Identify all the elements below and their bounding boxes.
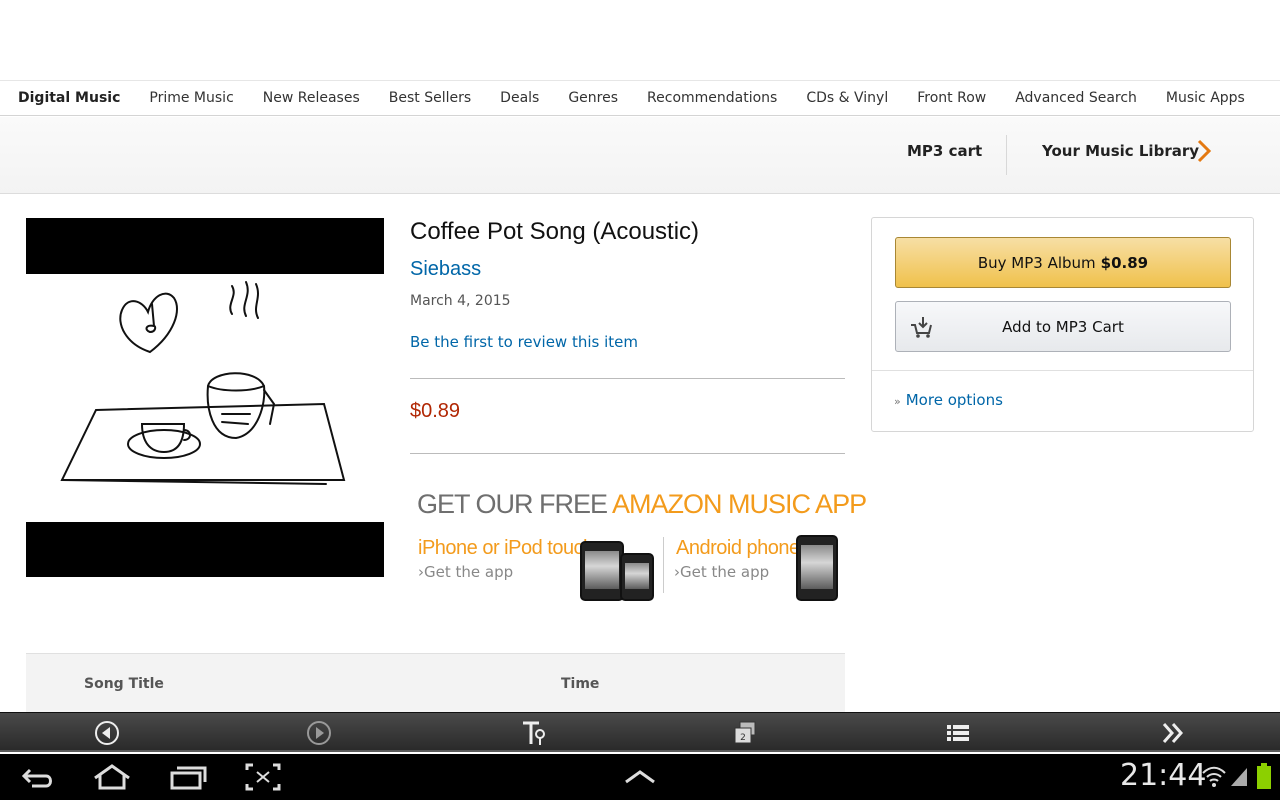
double-chevron-icon[interactable] bbox=[1159, 719, 1187, 747]
android-get-app-link[interactable]: ›Get the app bbox=[674, 563, 769, 581]
promo-headline: GET OUR FREE AMAZON MUSIC APP bbox=[417, 489, 867, 519]
buy-mp3-album-button[interactable]: Buy MP3 Album $0.89 bbox=[895, 237, 1231, 288]
nav-advanced-search[interactable]: Advanced Search bbox=[1015, 90, 1137, 106]
divider bbox=[410, 378, 845, 379]
back-icon[interactable] bbox=[18, 762, 58, 792]
recent-apps-icon[interactable] bbox=[168, 762, 208, 792]
music-library-link[interactable]: Your Music Library bbox=[1042, 142, 1199, 160]
nav-music-apps[interactable]: Music Apps bbox=[1166, 90, 1245, 106]
music-app-promo-banner[interactable]: GET OUR FREE AMAZON MUSIC APP iPhone or … bbox=[410, 485, 867, 601]
add-to-mp3-cart-button[interactable]: Add to MP3 Cart bbox=[895, 301, 1231, 352]
top-nav: Digital Music Prime Music New Releases B… bbox=[0, 80, 1280, 116]
buybox-divider bbox=[872, 370, 1253, 371]
time-column[interactable]: Time bbox=[561, 676, 599, 692]
tabs-icon[interactable]: 2 bbox=[731, 719, 759, 747]
album-art bbox=[26, 218, 384, 577]
svg-text:2: 2 bbox=[740, 733, 746, 743]
subbar-divider bbox=[1006, 135, 1007, 175]
ios-get-app-link[interactable]: ›Get the app bbox=[418, 563, 513, 581]
android-app-label[interactable]: Android phone bbox=[676, 537, 800, 560]
android-phone-image bbox=[796, 535, 838, 601]
ios-app-label[interactable]: iPhone or iPod touch bbox=[418, 537, 594, 560]
nav-prime-music[interactable]: Prime Music bbox=[149, 90, 233, 106]
more-options-link[interactable]: » More options bbox=[894, 391, 1003, 409]
clock: 21:44 bbox=[1120, 758, 1207, 793]
screenshot-icon[interactable] bbox=[243, 762, 283, 792]
battery-icon bbox=[1257, 763, 1271, 789]
cart-icon bbox=[911, 317, 932, 338]
song-title-column[interactable]: Song Title bbox=[84, 676, 164, 692]
music-subbar: MP3 cart Your Music Library bbox=[0, 117, 1280, 194]
nav-front-row[interactable]: Front Row bbox=[917, 90, 986, 106]
artist-link[interactable]: Siebass bbox=[410, 258, 481, 281]
forward-circle-icon[interactable] bbox=[305, 719, 333, 747]
ipod-image bbox=[620, 553, 654, 601]
mp3-cart-link[interactable]: MP3 cart bbox=[907, 142, 982, 160]
divider bbox=[410, 453, 845, 454]
wifi-icon bbox=[1202, 766, 1226, 787]
iphone-image bbox=[580, 541, 624, 601]
review-link[interactable]: Be the first to review this item bbox=[410, 333, 638, 351]
buy-box: Buy MP3 Album $0.89 Add to MP3 Cart » More… bbox=[871, 217, 1254, 432]
nav-genres[interactable]: Genres bbox=[568, 90, 618, 106]
chevron-right-icon[interactable] bbox=[1194, 137, 1214, 165]
nav-new-releases[interactable]: New Releases bbox=[263, 90, 360, 106]
system-bar: 21:44 bbox=[0, 754, 1280, 800]
double-chevron-down-icon: » bbox=[894, 395, 901, 408]
album-title: Coffee Pot Song (Acoustic) bbox=[410, 218, 700, 245]
up-arrow-icon[interactable] bbox=[620, 762, 660, 792]
nav-recommendations[interactable]: Recommendations bbox=[647, 90, 777, 106]
nav-best-sellers[interactable]: Best Sellers bbox=[389, 90, 471, 106]
coffee-sketch-image bbox=[60, 281, 346, 485]
release-date: March 4, 2015 bbox=[410, 293, 511, 309]
home-icon[interactable] bbox=[92, 762, 132, 792]
text-size-icon[interactable] bbox=[520, 719, 548, 747]
nav-cds-vinyl[interactable]: CDs & Vinyl bbox=[806, 90, 888, 106]
back-circle-icon[interactable] bbox=[93, 719, 121, 747]
nav-digital-music[interactable]: Digital Music bbox=[18, 90, 120, 106]
price: $0.89 bbox=[410, 400, 461, 422]
browser-toolbar: 2 bbox=[0, 712, 1280, 752]
nav-deals[interactable]: Deals bbox=[500, 90, 539, 106]
signal-icon bbox=[1231, 768, 1247, 786]
song-table-header: Song Title Time bbox=[26, 653, 845, 712]
list-icon[interactable] bbox=[944, 719, 972, 747]
promo-separator bbox=[663, 537, 664, 593]
